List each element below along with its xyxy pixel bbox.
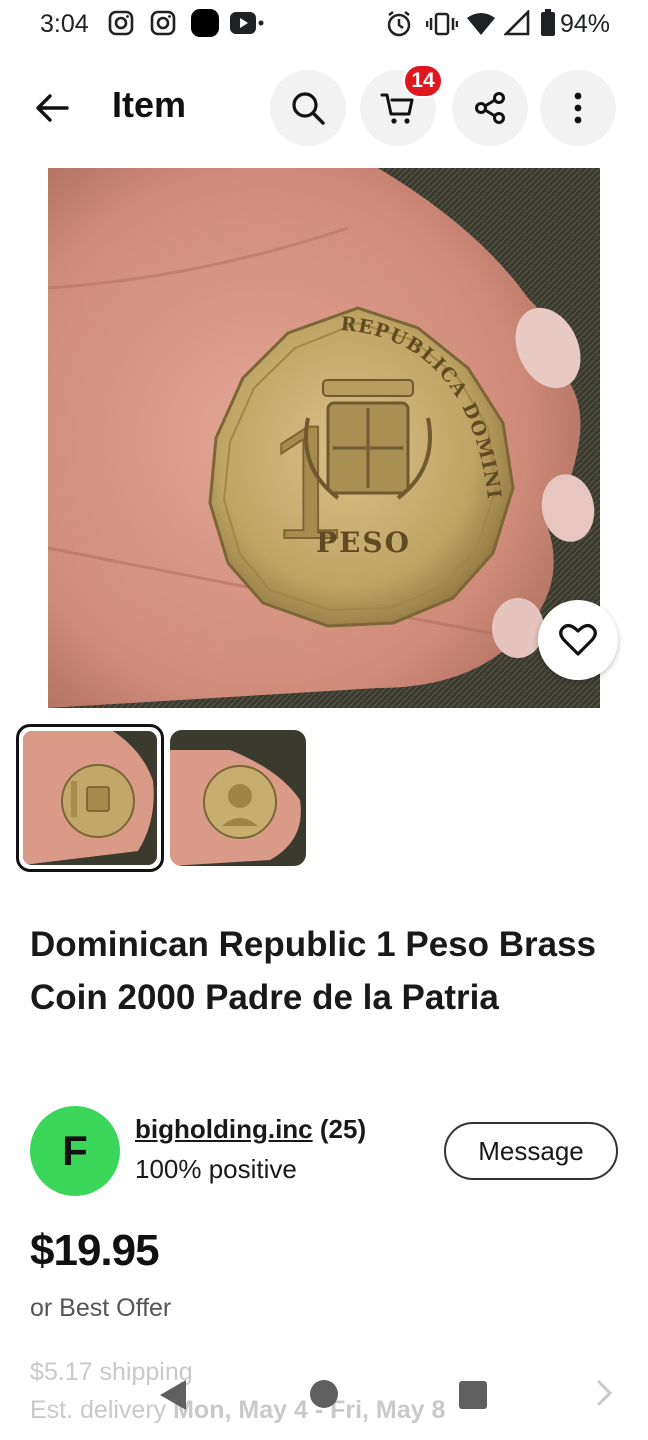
item-price: $19.95 — [30, 1226, 160, 1275]
more-options-button[interactable] — [540, 70, 616, 146]
cart-count-badge: 14 — [403, 64, 443, 98]
delivery-range: Mon, May 4 - Fri, May 8 — [173, 1396, 446, 1424]
status-bar: 3:04 94% — [0, 0, 648, 52]
thumbnail-2[interactable] — [170, 730, 306, 866]
best-offer-label: or Best Offer — [30, 1294, 172, 1322]
nav-home-button[interactable] — [310, 1380, 338, 1408]
main-item-image[interactable]: 1 PESO REPUBLICA DOMINICANA — [48, 168, 600, 708]
search-icon — [292, 92, 325, 125]
signal-icon — [504, 10, 530, 36]
battery-percent: 94% — [560, 10, 611, 38]
instagram-icon — [150, 10, 176, 36]
wifi-icon — [467, 13, 495, 35]
item-title: Dominican Republic 1 Peso Brass Coin 200… — [30, 925, 597, 1017]
app-icon — [191, 9, 219, 37]
nav-recents-button[interactable] — [459, 1381, 487, 1409]
vibrate-icon — [426, 12, 458, 36]
youtube-icon — [230, 12, 264, 34]
page-title: Item — [112, 84, 187, 125]
share-icon — [475, 92, 505, 124]
estimated-delivery: Est. delivery Mon, May 4 - Fri, May 8 — [30, 1396, 445, 1425]
chevron-right-icon[interactable] — [594, 1378, 614, 1408]
coin-photo: 1 PESO REPUBLICA DOMINICANA — [48, 168, 600, 708]
seller-feedback-score: 100% positive — [135, 1154, 297, 1184]
seller-avatar[interactable]: F — [30, 1106, 120, 1196]
more-icon — [574, 92, 582, 124]
instagram-icon — [108, 10, 134, 36]
message-seller-button[interactable]: Message — [444, 1122, 618, 1180]
seller-feedback-count: (25) — [319, 1114, 367, 1144]
coin-front-thumbnail — [23, 731, 157, 865]
nav-back-icon[interactable] — [158, 1378, 188, 1412]
thumbnail-1-selected[interactable] — [16, 724, 164, 872]
search-button[interactable] — [270, 70, 346, 146]
alarm-icon — [387, 11, 411, 37]
coin-back-thumbnail — [170, 730, 306, 866]
back-arrow-icon — [36, 94, 69, 122]
heart-icon — [559, 624, 597, 656]
battery-icon — [541, 9, 555, 36]
share-button[interactable] — [452, 70, 528, 146]
seller-name-link[interactable]: bigholding.inc — [135, 1114, 313, 1144]
add-to-watchlist-button[interactable] — [538, 600, 618, 680]
delivery-prefix: Est. delivery — [30, 1396, 174, 1424]
seller-info: bigholding.inc (25) — [135, 1114, 366, 1145]
coin-denomination: PESO — [316, 526, 411, 559]
back-button[interactable] — [30, 86, 74, 130]
app-header: Item — [0, 70, 648, 146]
status-time: 3:04 — [40, 10, 89, 38]
